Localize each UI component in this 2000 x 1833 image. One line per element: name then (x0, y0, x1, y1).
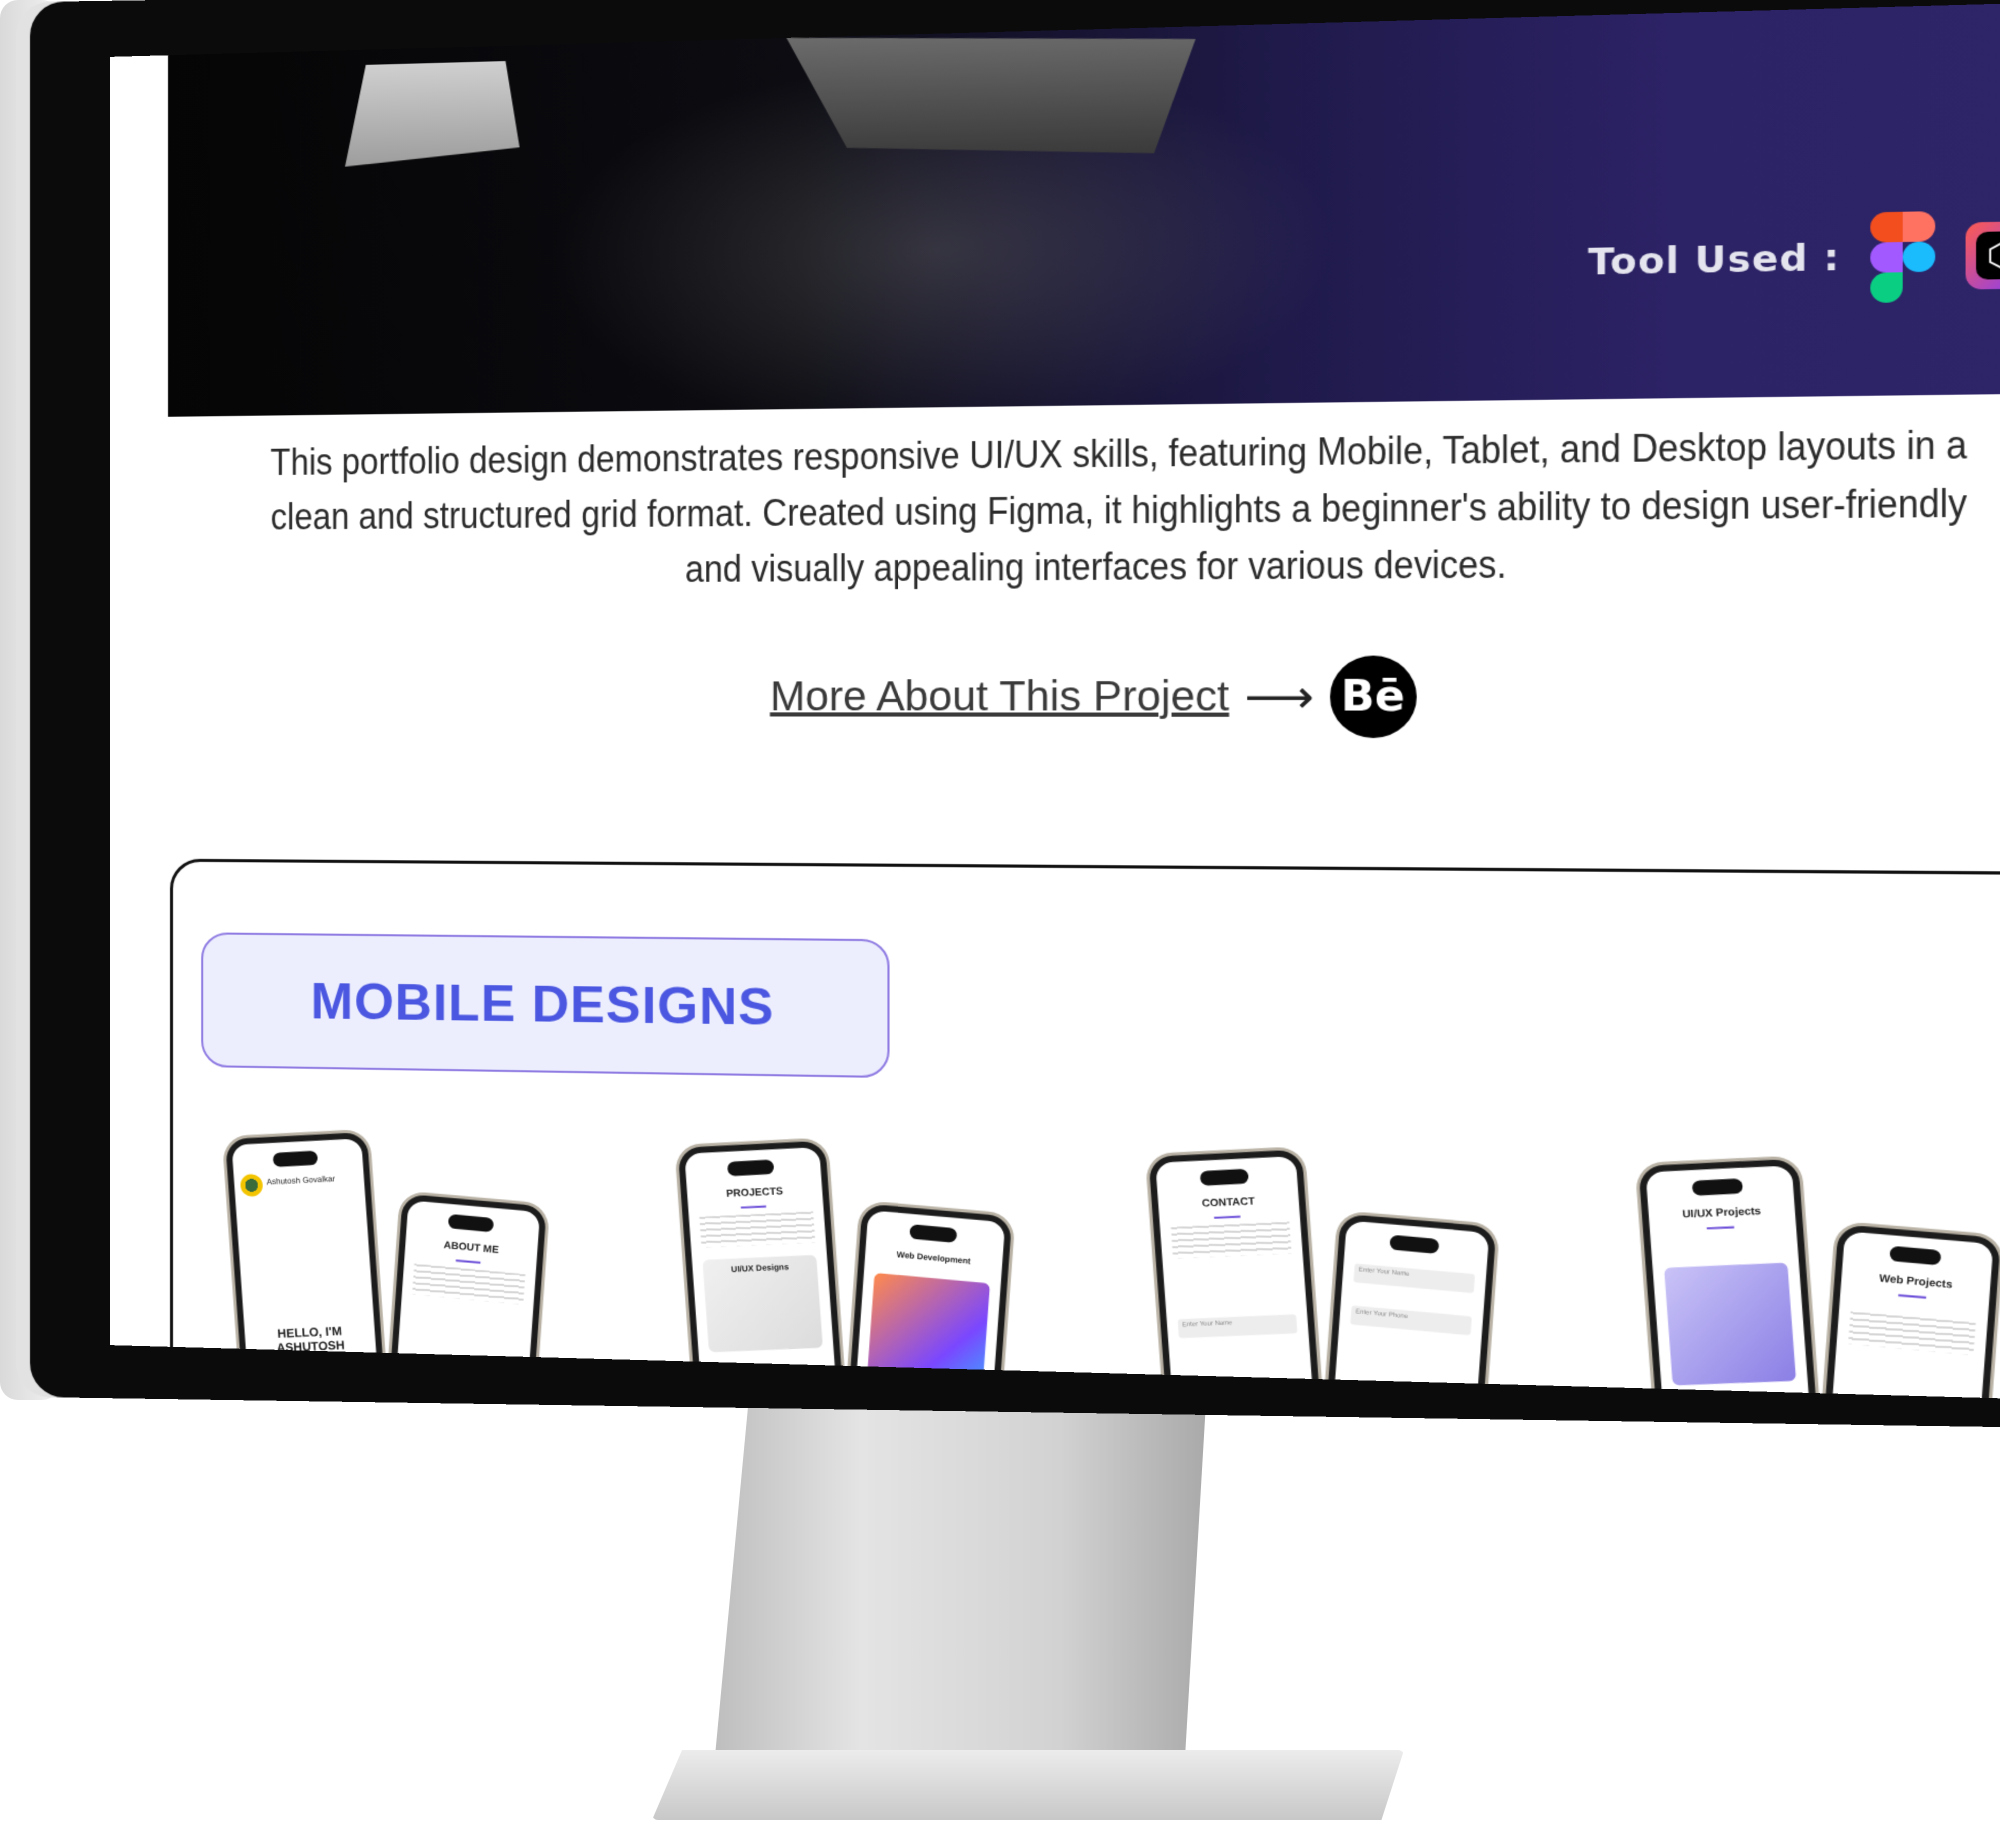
phone-mockup: UI/UX Projects (1638, 1158, 1818, 1403)
dynamic-island (447, 1213, 495, 1233)
phone-paragraph (1848, 1311, 1976, 1356)
phone-heading: Web Projects (1878, 1272, 1953, 1292)
more-about-row: More About This Project ⟶ Bē (110, 654, 2000, 739)
phone-paragraph (699, 1211, 816, 1248)
hero-banner: Tool Used : ⬡ (168, 0, 2000, 417)
phone-card (864, 1272, 991, 1403)
phone-divider (1898, 1294, 1927, 1299)
dynamic-island (272, 1150, 319, 1168)
phone-hero-text: HELLO, I'M ASHUTOSH GOVALKAR (276, 1323, 347, 1370)
phones-row: Ashutosh Govalkar HELLO, I'M ASHUTOSH GO… (225, 1131, 2000, 1403)
protopie-icon: ⬡ (1965, 221, 2000, 290)
phone-heading: PROJECTS (725, 1185, 784, 1200)
phone-field: Enter Your Name (1353, 1263, 1476, 1294)
phone-field: Enter Your Phone (1350, 1305, 1472, 1336)
phone-card: UI/UX Designs (702, 1254, 823, 1353)
phone-paragraph (1170, 1221, 1292, 1259)
tools-used: Tool Used : ⬡ (1588, 209, 2000, 307)
phone-mockup: Web Development (844, 1203, 1013, 1403)
phone-field: Enter Your Name (1177, 1314, 1298, 1339)
phone-heading: ABOUT ME (443, 1240, 500, 1257)
monitor-stand-neck (712, 1368, 1208, 1788)
phone-mockup: Ashutosh Govalkar HELLO, I'M ASHUTOSH GO… (225, 1131, 385, 1383)
more-about-link[interactable]: More About This Project (770, 673, 1229, 720)
monitor-bezel: Tool Used : ⬡ This portfolio design demo… (30, 0, 2000, 1429)
tools-label: Tool Used : (1588, 236, 1841, 285)
hero-monitor-image (345, 61, 520, 167)
phone-heading: Web Development (896, 1249, 971, 1267)
phone-mockup: ABOUT ME (385, 1193, 547, 1403)
phone-pair-contact[interactable]: CONTACT Enter Your Name Enter Your Name … (1148, 1149, 1512, 1403)
arrow-right-icon: ⟶ (1244, 669, 1315, 724)
monitor-screen: Tool Used : ⬡ This portfolio design demo… (109, 0, 2000, 1403)
phone-divider (1706, 1226, 1735, 1230)
dynamic-island (1889, 1245, 1942, 1266)
phone-mockup: Web Projects (1819, 1224, 2000, 1403)
figma-icon (1870, 211, 1936, 304)
dynamic-island (727, 1159, 775, 1177)
phone-divider (455, 1259, 481, 1264)
phone-card (1664, 1262, 1797, 1386)
section-chip: MOBILE DESIGNS (201, 932, 890, 1079)
dynamic-island (1691, 1178, 1744, 1196)
dynamic-island (1199, 1168, 1249, 1186)
phone-mockup: CONTACT Enter Your Name (1148, 1149, 1321, 1403)
phone-mockup: PROJECTS UI/UX Designs (677, 1140, 843, 1397)
phone-pair-portfolio[interactable]: UI/UX Projects Web Projects (1638, 1158, 2000, 1403)
phone-heading: CONTACT (1201, 1195, 1256, 1210)
monitor-stand-base (652, 1750, 1404, 1820)
phone-mockup: Enter Your Name Enter Your Phone (1321, 1213, 1497, 1403)
section-title: MOBILE DESIGNS (310, 972, 775, 1037)
phone-name: Ashutosh Govalkar (266, 1174, 336, 1187)
avatar (239, 1173, 264, 1197)
dynamic-island (1389, 1234, 1440, 1254)
phone-paragraph (412, 1263, 526, 1305)
behance-icon[interactable]: Bē (1329, 655, 1417, 739)
project-description: This portfolio design demonstrates respo… (270, 422, 1968, 591)
phone-heading: UI/UX Projects (1681, 1205, 1762, 1221)
phone-pair-projects[interactable]: PROJECTS UI/UX Designs Web Development (677, 1140, 1027, 1403)
hero-tablet-image (786, 26, 1195, 161)
mobile-designs-panel: MOBILE DESIGNS Ashutosh Govalkar HELLO, … (170, 858, 2000, 1403)
phone-card-label: UI/UX Designs (730, 1262, 790, 1275)
phone-pair-home[interactable]: Ashutosh Govalkar HELLO, I'M ASHUTOSH GO… (225, 1131, 561, 1403)
dynamic-island (909, 1224, 958, 1243)
phone-divider (1214, 1215, 1241, 1219)
phone-divider (740, 1205, 767, 1209)
